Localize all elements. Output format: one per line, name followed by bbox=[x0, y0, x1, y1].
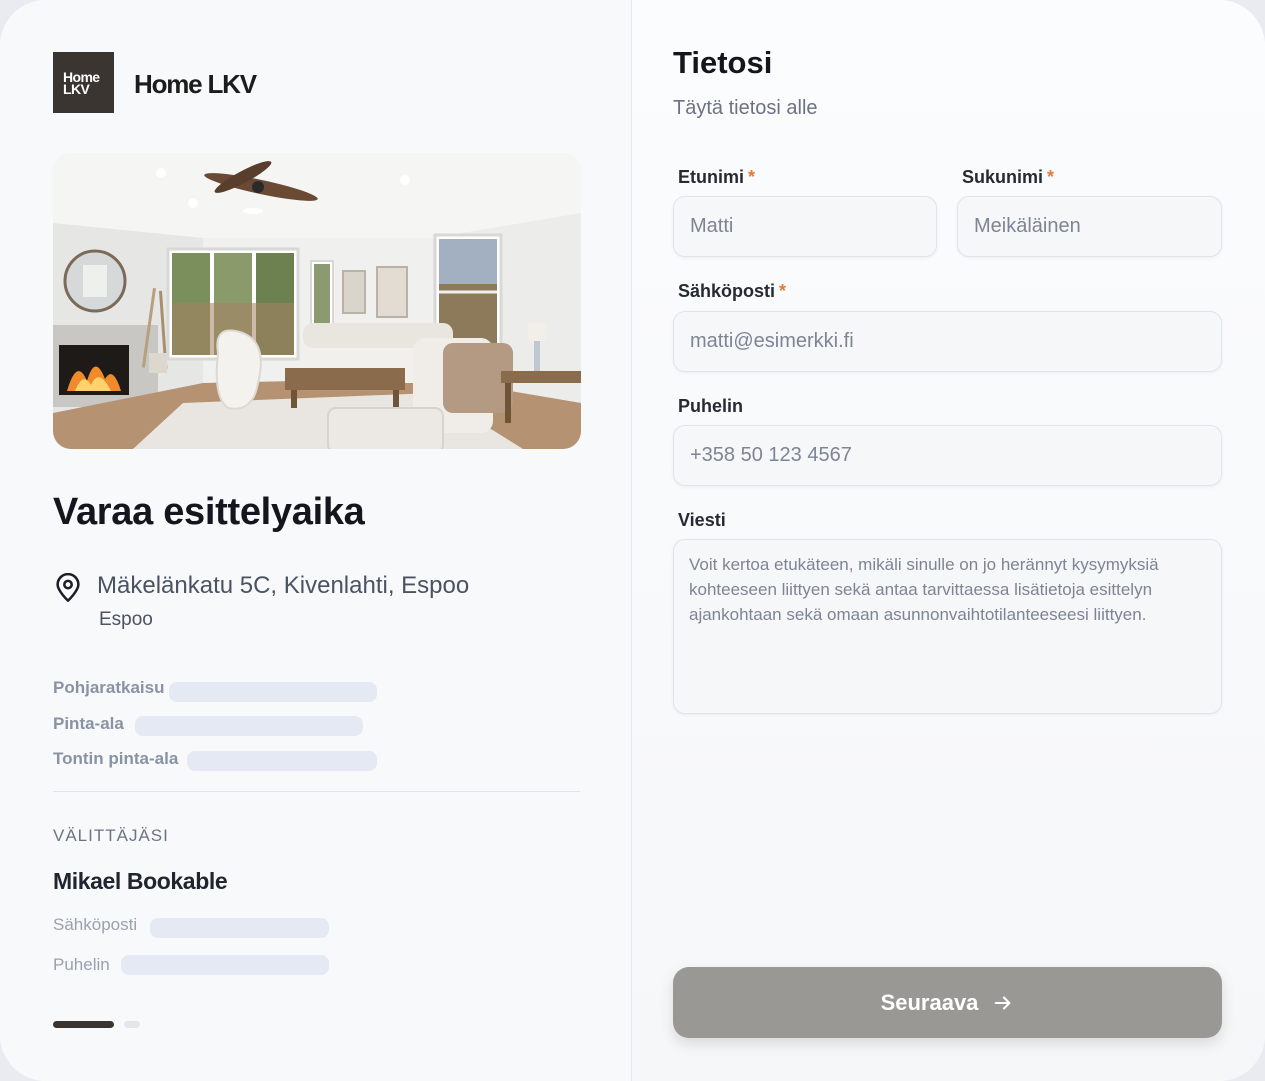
arrow-right-icon bbox=[995, 995, 1011, 1010]
message-textarea[interactable] bbox=[673, 539, 1222, 714]
first-name-input[interactable] bbox=[673, 196, 937, 257]
detail-value-placeholder bbox=[187, 751, 377, 771]
phone-input[interactable] bbox=[673, 425, 1222, 486]
phone-label: Puhelin bbox=[678, 396, 744, 416]
last-name-label: Sukunimi * bbox=[962, 167, 1054, 188]
last-name-label-text: Sukunimi bbox=[962, 167, 1044, 187]
first-name-label-text: Etunimi bbox=[678, 167, 744, 187]
property-city: Espoo bbox=[99, 609, 153, 630]
next-button[interactable]: Seuraava bbox=[673, 967, 1222, 1038]
property-panel: Home LKV Home LKV Varaa esittelyaika Mäk… bbox=[0, 0, 632, 1081]
email-label-text: Sähköposti bbox=[678, 281, 776, 301]
divider bbox=[53, 791, 580, 792]
agent-name: Mikael Bookable bbox=[53, 868, 228, 894]
first-name-label: Etunimi * bbox=[678, 167, 755, 188]
property-address: Mäkelänkatu 5C, Kivenlahti, Espoo bbox=[97, 572, 470, 599]
agent-email-placeholder bbox=[150, 918, 329, 938]
detail-value-placeholder bbox=[169, 682, 377, 702]
page-title: Varaa esittelyaika bbox=[53, 491, 365, 533]
detail-label-plot-area: Tontin pinta-ala bbox=[53, 749, 179, 768]
step-indicator bbox=[124, 1021, 140, 1028]
detail-label-area: Pinta-ala bbox=[53, 714, 124, 733]
agent-phone-label: Puhelin bbox=[53, 955, 110, 974]
email-label: Sähköposti * bbox=[678, 281, 786, 302]
agent-phone-placeholder bbox=[121, 955, 329, 975]
next-button-label: Seuraava bbox=[880, 989, 979, 1015]
booking-dialog: Home LKV Home LKV Varaa esittelyaika Mäk… bbox=[0, 0, 1265, 1081]
agent-section-heading: VÄLITTÄJÄSI bbox=[53, 826, 169, 845]
form-subtitle: Täytä tietosi alle bbox=[673, 97, 818, 119]
agent-email-label: Sähköposti bbox=[53, 915, 138, 934]
required-mark: * bbox=[1047, 167, 1055, 187]
step-indicator-active bbox=[53, 1021, 114, 1028]
brand-name: Home LKV bbox=[134, 69, 257, 99]
brand-logo-mark: Home LKV bbox=[53, 52, 114, 113]
message-label: Viesti bbox=[678, 510, 726, 530]
form-title: Tietosi bbox=[673, 45, 773, 80]
last-name-input[interactable] bbox=[957, 196, 1222, 257]
detail-label-floorplan: Pohjaratkaisu bbox=[53, 678, 165, 697]
required-mark: * bbox=[748, 167, 756, 187]
logo-mark-line2: LKV bbox=[63, 80, 90, 97]
map-pin-icon bbox=[56, 573, 80, 602]
contact-form-panel: Tietosi Täytä tietosi alle Etunimi* Suku… bbox=[632, 0, 1265, 1081]
email-input[interactable] bbox=[673, 311, 1222, 372]
detail-value-placeholder bbox=[135, 716, 363, 736]
property-photo bbox=[53, 153, 581, 449]
required-mark: * bbox=[779, 281, 787, 301]
